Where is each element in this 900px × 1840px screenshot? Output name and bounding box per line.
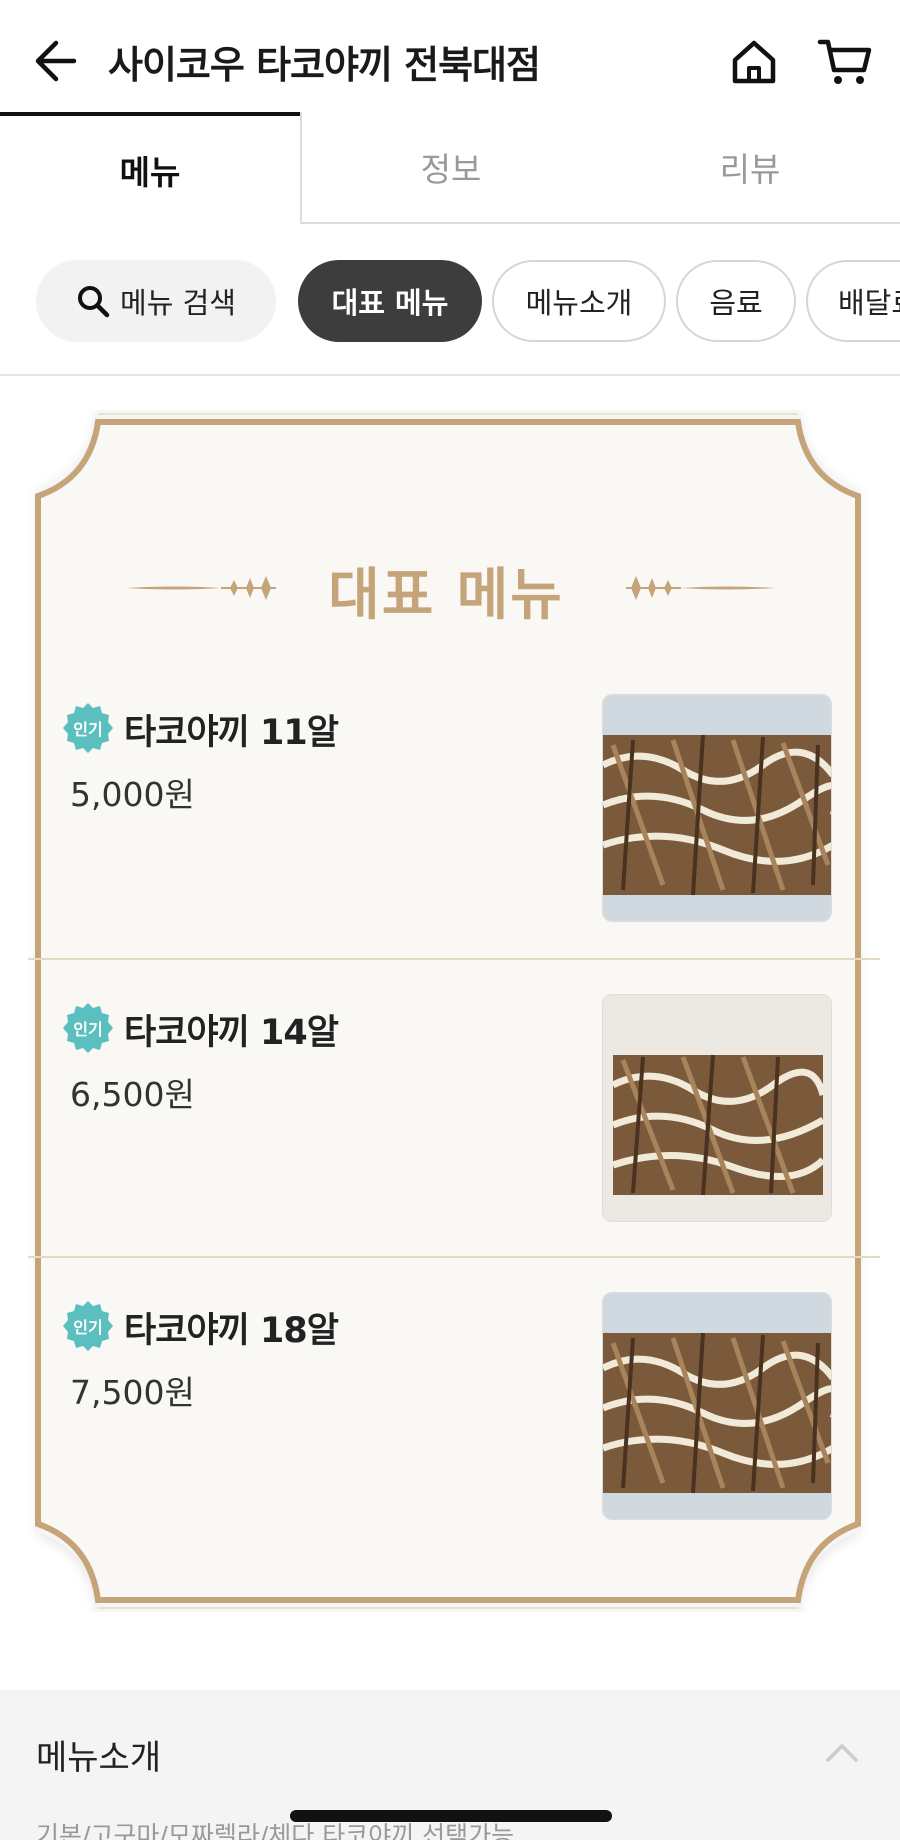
- ornament-right: [626, 576, 776, 600]
- tab-menu[interactable]: 메뉴: [0, 112, 300, 224]
- home-button[interactable]: [726, 34, 782, 90]
- menu-item-name: 타코야끼 14알: [124, 1013, 339, 1053]
- menu-item-price: 6,500원: [70, 1075, 195, 1114]
- chip-menu-intro[interactable]: 메뉴소개: [492, 260, 666, 342]
- cart-button[interactable]: [816, 34, 874, 90]
- tab-bar: 메뉴 정보 리뷰: [0, 112, 900, 224]
- takoyaki-photo: [602, 1292, 832, 1520]
- chevron-up-icon[interactable]: [824, 1740, 860, 1764]
- takoyaki-photo: [602, 694, 832, 922]
- menu-item[interactable]: 인기 타코야끼 11알 5,000원: [28, 660, 880, 958]
- menu-item-price: 5,000원: [70, 775, 195, 814]
- menu-item-price: 7,500원: [70, 1373, 195, 1412]
- chip-drinks[interactable]: 음료: [676, 260, 796, 342]
- search-icon: [78, 286, 110, 318]
- rep-menu-card: 대표 메뉴 인기 타코야끼 11알 5,000원 인기 타코야끼 14알 6,5…: [16, 410, 880, 1612]
- popular-badge-label: 인기: [73, 1020, 103, 1039]
- chip-rep-menu[interactable]: 대표 메뉴: [298, 260, 482, 342]
- rep-menu-title: 대표 메뉴: [328, 563, 564, 628]
- popular-badge-label: 인기: [73, 1318, 103, 1337]
- menu-item-name: 타코야끼 18알: [124, 1311, 339, 1351]
- menu-item-name: 타코야끼 11알: [124, 713, 339, 753]
- tab-info[interactable]: 정보: [300, 112, 600, 224]
- store-title: 사이코우 타코야끼 전북대점: [108, 43, 541, 87]
- back-arrow-icon: [35, 40, 77, 82]
- category-chips: 메뉴 검색 대표 메뉴 메뉴소개 음료 배달료: [0, 224, 900, 376]
- cart-icon: [817, 39, 872, 84]
- home-icon: [732, 40, 776, 84]
- home-indicator: [290, 1810, 612, 1822]
- takoyaki-photo: [602, 994, 832, 1222]
- menu-item[interactable]: 인기 타코야끼 18알 7,500원: [28, 1256, 880, 1554]
- tab-review[interactable]: 리뷰: [600, 112, 900, 224]
- search-label: 메뉴 검색: [120, 286, 236, 320]
- rep-menu-header: 대표 메뉴: [16, 548, 876, 628]
- ornament-left: [126, 576, 276, 600]
- chip-delivery-fee[interactable]: 배달료: [806, 260, 900, 342]
- back-button[interactable]: [30, 36, 86, 86]
- popular-badge-label: 인기: [73, 720, 103, 739]
- menu-search-button[interactable]: 메뉴 검색: [36, 260, 276, 342]
- menu-intro-title: 메뉴소개: [36, 1738, 162, 1778]
- menu-item[interactable]: 인기 타코야끼 14알 6,500원: [28, 958, 880, 1256]
- header: 사이코우 타코야끼 전북대점: [0, 0, 900, 112]
